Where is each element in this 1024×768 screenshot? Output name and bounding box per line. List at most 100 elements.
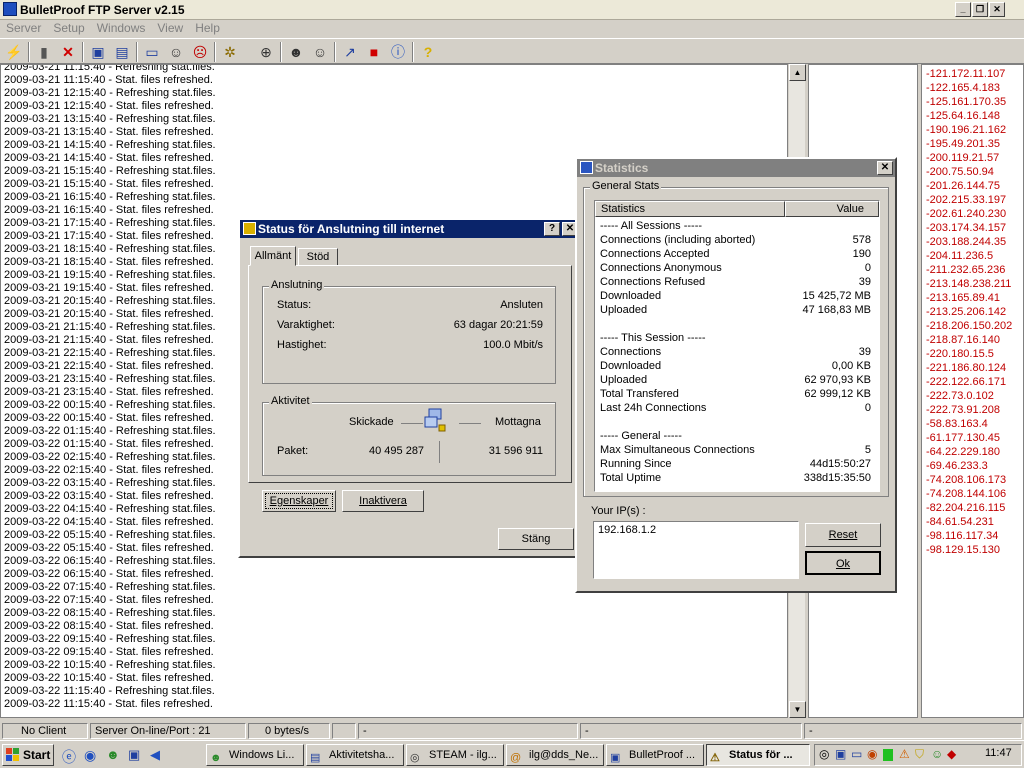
clock[interactable]: 11:47 (985, 747, 1012, 759)
ip-list-item[interactable]: -218.206.150.202 (922, 319, 1023, 333)
desktop-icon[interactable]: ▣ (128, 747, 144, 763)
status-tray-icon[interactable] (883, 749, 893, 761)
ip-list-item[interactable]: -221.186.80.124 (922, 361, 1023, 375)
ip-list-item[interactable]: -213.148.238.211 (922, 277, 1023, 291)
ip-list-item[interactable]: -190.196.21.162 (922, 123, 1023, 137)
stats-row[interactable]: Running Since 44d15:50:27 (595, 457, 879, 471)
stats-row[interactable]: Max Simultaneous Connections 5 (595, 443, 879, 457)
tab-general[interactable]: Allmänt (250, 246, 296, 266)
stats-row[interactable]: Total Transfered 62 999,12 KB (595, 387, 879, 401)
menu-help[interactable]: Help (189, 20, 226, 35)
users-icon[interactable]: ☺ (166, 42, 186, 62)
browser-icon[interactable]: ◉ (84, 747, 100, 763)
stats-row[interactable]: Uploaded 62 970,93 KB (595, 373, 879, 387)
stats-row[interactable]: Connections 39 (595, 345, 879, 359)
ban-user-icon[interactable]: ☹ (190, 42, 210, 62)
lightning-icon[interactable]: ⚡ (4, 42, 24, 62)
ip-list-item[interactable]: -200.75.50.94 (922, 165, 1023, 179)
ip-list-item[interactable]: -121.172.11.107 (922, 67, 1023, 81)
ip-list-item[interactable]: -202.215.33.197 (922, 193, 1023, 207)
task-task-manager[interactable]: ▤ Aktivitetsha... (306, 744, 404, 766)
minimize-button[interactable]: _ (955, 2, 971, 17)
stats-row[interactable]: Downloaded 15 425,72 MB (595, 289, 879, 303)
tools-icon[interactable]: ✲ (220, 42, 240, 62)
stats-row[interactable]: Downloaded 0,00 KB (595, 359, 879, 373)
settings-window-icon[interactable]: ▤ (112, 42, 132, 62)
ip-list-item[interactable]: -58.83.163.4 (922, 417, 1023, 431)
user-group-icon[interactable]: ☺ (310, 42, 330, 62)
menu-setup[interactable]: Setup (47, 20, 90, 35)
stats-row[interactable]: Connections (including aborted) 578 (595, 233, 879, 247)
network-tray-icon[interactable]: ▣ (835, 747, 846, 761)
ip-list-item[interactable]: -211.232.65.236 (922, 263, 1023, 277)
menu-server[interactable]: Server (0, 20, 47, 35)
volume-icon[interactable]: ◆ (947, 747, 956, 761)
ip-list-item[interactable]: -201.26.144.75 (922, 179, 1023, 193)
task-steam[interactable]: ◎ STEAM - ilg... (406, 744, 504, 766)
info-icon[interactable]: ⓘ (388, 42, 408, 62)
ip-list-item[interactable]: -222.73.0.102 (922, 389, 1023, 403)
ip-list-item[interactable]: -69.46.233.3 (922, 459, 1023, 473)
ip-list-item[interactable]: -64.22.229.180 (922, 445, 1023, 459)
ip-list-pane[interactable]: -121.172.11.107 -122.165.4.183 -125.161.17… (921, 64, 1024, 718)
close-dialog-button[interactable]: Stäng (498, 528, 574, 550)
ip-list-item[interactable]: -220.180.15.5 (922, 347, 1023, 361)
ip-list-item[interactable]: -84.61.54.231 (922, 515, 1023, 529)
users-tray-icon[interactable]: ☺ (931, 747, 943, 761)
ip-list-item[interactable]: -203.188.244.35 (922, 235, 1023, 249)
steam-tray-icon[interactable]: ◎ (819, 747, 829, 761)
stats-row[interactable]: ----- All Sessions ----- (595, 219, 879, 233)
ip-list-item[interactable]: -98.116.117.34 (922, 529, 1023, 543)
ip-list-item[interactable]: -218.87.16.140 (922, 333, 1023, 347)
stats-row[interactable]: ----- General ----- (595, 429, 879, 443)
stats-table[interactable]: Statistics Value ----- All Sessions ----… (594, 200, 880, 492)
ip-list-item[interactable]: -125.64.16.148 (922, 109, 1023, 123)
scroll-up-icon[interactable]: ▲ (789, 64, 806, 81)
messenger-icon[interactable]: ☻ (106, 747, 122, 763)
ip-list-item[interactable]: -202.61.240.230 (922, 207, 1023, 221)
task-windows-live[interactable]: ☻ Windows Li... (206, 744, 304, 766)
ip-list-item[interactable]: -213.165.89.41 (922, 291, 1023, 305)
help-button[interactable]: ? (544, 222, 560, 236)
menu-windows[interactable]: Windows (91, 20, 152, 35)
col-header-statistics[interactable]: Statistics (595, 201, 785, 217)
ip-list-item[interactable]: -98.129.15.130 (922, 543, 1023, 557)
ip-list-item[interactable]: -195.49.201.35 (922, 137, 1023, 151)
ip-list-item[interactable]: -61.177.130.45 (922, 431, 1023, 445)
ip-list-item[interactable]: -222.122.66.171 (922, 375, 1023, 389)
ip-list-item[interactable]: -122.165.4.183 (922, 81, 1023, 95)
stats-row[interactable]: Connections Refused 39 (595, 275, 879, 289)
stats-row[interactable] (595, 317, 879, 331)
stats-row[interactable]: ----- This Session ----- (595, 331, 879, 345)
ip-list-item[interactable]: -125.161.170.35 (922, 95, 1023, 109)
stats-row[interactable] (595, 415, 879, 429)
task-connection-status[interactable]: ⚠ Status för ... (706, 744, 810, 766)
record-icon[interactable]: ■ (364, 42, 384, 62)
properties-button[interactable]: Egenskaper (262, 490, 336, 512)
window-icon[interactable]: ▣ (88, 42, 108, 62)
help-icon[interactable]: ? (418, 42, 438, 62)
stats-row[interactable]: Connections Accepted 190 (595, 247, 879, 261)
task-mail[interactable]: @ ilg@dds_Ne... (506, 744, 604, 766)
monitor-tray-icon[interactable]: ▭ (851, 747, 862, 761)
server-icon[interactable]: ▮ (34, 42, 54, 62)
ip-list-item[interactable]: -203.174.34.157 (922, 221, 1023, 235)
stats-row[interactable]: Last 24h Connections 0 (595, 401, 879, 415)
start-button[interactable]: Start (2, 744, 54, 766)
close-button[interactable]: ✕ (989, 2, 1005, 17)
security-tray-icon[interactable]: ⚠ (899, 747, 910, 761)
monitor-icon[interactable]: ▭ (142, 42, 162, 62)
chart-icon[interactable]: ↗ (340, 42, 360, 62)
disable-button[interactable]: Inaktivera (342, 490, 424, 512)
restore-icon[interactable]: ❐ (972, 2, 988, 17)
statistics-close-button[interactable]: ✕ (877, 161, 893, 175)
ip-list-item[interactable]: -74.208.144.106 (922, 487, 1023, 501)
ip-list-item[interactable]: -222.73.91.208 (922, 403, 1023, 417)
stop-icon[interactable]: ✕ (58, 42, 78, 62)
reset-button[interactable]: Reset (805, 523, 881, 547)
stats-row[interactable]: Uploaded 47 168,83 MB (595, 303, 879, 317)
ip-list-item[interactable]: -74.208.106.173 (922, 473, 1023, 487)
col-header-value[interactable]: Value (785, 201, 879, 217)
target-icon[interactable]: ⊕ (256, 42, 276, 62)
firefox-tray-icon[interactable]: ◉ (867, 747, 877, 761)
